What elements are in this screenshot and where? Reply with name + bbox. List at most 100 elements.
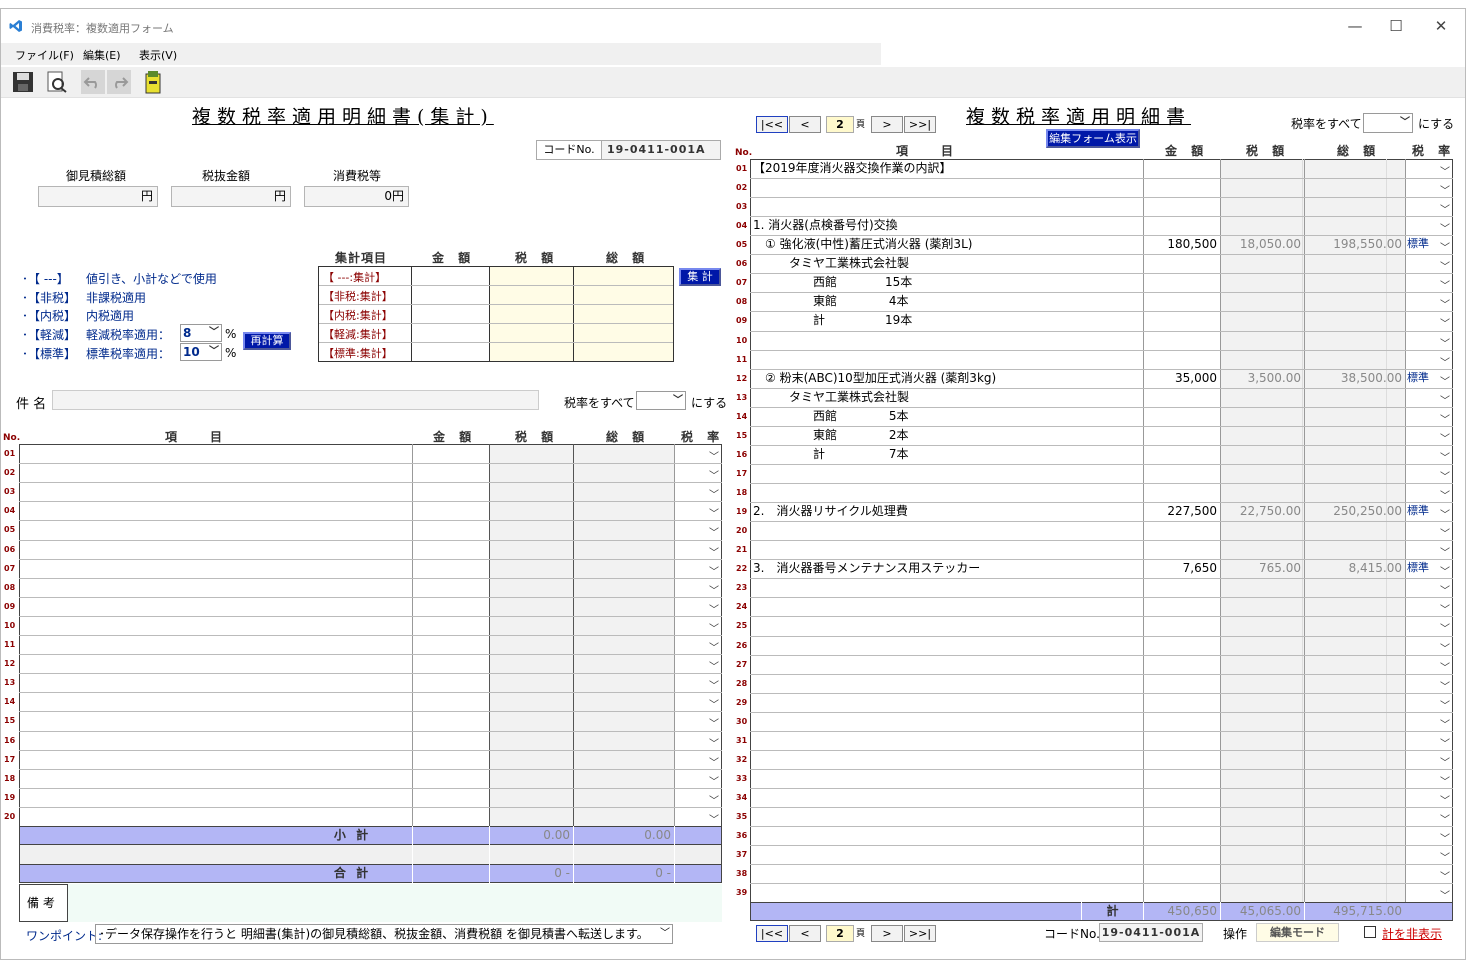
chevron-down-icon[interactable]: ﹀: [1440, 335, 1450, 350]
chevron-down-icon[interactable]: ﹀: [1440, 487, 1450, 502]
chevron-down-icon[interactable]: ﹀: [709, 620, 719, 635]
chevron-down-icon[interactable]: ﹀: [1440, 277, 1450, 292]
item-cell[interactable]: 東館 2本: [753, 426, 1142, 444]
calculator-icon[interactable]: [141, 70, 165, 94]
chevron-down-icon[interactable]: ﹀: [1440, 468, 1450, 483]
item-cell[interactable]: ① 強化液(中性)蓄圧式消火器 (薬剤3L): [753, 235, 1142, 253]
hide-total-checkbox[interactable]: [1364, 926, 1376, 938]
chevron-down-icon[interactable]: ﹀: [1440, 220, 1450, 235]
chevron-down-icon[interactable]: ﹀: [1440, 678, 1450, 693]
chevron-down-icon[interactable]: ﹀: [1440, 811, 1450, 826]
chevron-down-icon[interactable]: ﹀: [709, 658, 719, 673]
edit-form-button[interactable]: 編集フォーム表示: [1046, 129, 1140, 148]
chevron-down-icon[interactable]: ﹀: [1440, 201, 1450, 216]
left-rate-all-select[interactable]: ﹀: [636, 391, 686, 410]
redo-icon[interactable]: [107, 70, 131, 94]
item-cell[interactable]: 3. 消火器番号メンテナンス用ステッカー: [753, 559, 1142, 577]
item-cell[interactable]: 東館 4本: [753, 292, 1142, 310]
chevron-down-icon[interactable]: ﹀: [1440, 411, 1450, 426]
onepoint-select[interactable]: ･データ保存操作を行うと 明細書(集計)の御見積総額、税抜金額、消費税額 を御見…: [95, 924, 673, 944]
rate-cell[interactable]: 標準: [1407, 502, 1429, 520]
rate-cell[interactable]: 標準: [1407, 235, 1429, 253]
chevron-down-icon[interactable]: ﹀: [709, 754, 719, 769]
close-button[interactable]: ✕: [1427, 15, 1455, 37]
item-cell[interactable]: ② 粉末(ABC)10型加圧式消火器 (薬剤3kg): [753, 369, 1142, 387]
amount-cell[interactable]: 7,650: [1143, 559, 1220, 577]
chevron-down-icon[interactable]: ﹀: [1440, 659, 1450, 674]
nav-next-button[interactable]: >: [871, 116, 903, 133]
chevron-down-icon[interactable]: ﹀: [709, 563, 719, 578]
chevron-down-icon[interactable]: ﹀: [709, 773, 719, 788]
chevron-down-icon[interactable]: ﹀: [1440, 620, 1450, 635]
chevron-down-icon[interactable]: ﹀: [1440, 849, 1450, 864]
subject-input[interactable]: [52, 390, 539, 410]
nav-last-button[interactable]: >>|: [904, 116, 936, 133]
chevron-down-icon[interactable]: ﹀: [1440, 868, 1450, 883]
nav-prev-button[interactable]: <: [789, 925, 821, 942]
chevron-down-icon[interactable]: ﹀: [709, 677, 719, 692]
chevron-down-icon[interactable]: ﹀: [1440, 887, 1450, 902]
nav-first-button[interactable]: |<<: [756, 116, 788, 133]
chevron-down-icon[interactable]: ﹀: [1440, 716, 1450, 731]
chevron-down-icon[interactable]: ﹀: [1440, 640, 1450, 655]
remarks-input[interactable]: [67, 884, 722, 922]
chevron-down-icon[interactable]: ﹀: [709, 811, 719, 826]
rate-cell[interactable]: 標準: [1407, 559, 1429, 577]
amount-cell[interactable]: 180,500: [1143, 235, 1220, 253]
item-cell[interactable]: 計 7本: [753, 445, 1142, 463]
chevron-down-icon[interactable]: ﹀: [1440, 373, 1450, 388]
aggregate-button[interactable]: 集 計: [679, 268, 721, 286]
menu-view[interactable]: 表示(V): [139, 47, 177, 63]
item-cell[interactable]: タミヤ工業株式会社製: [753, 388, 1142, 406]
chevron-down-icon[interactable]: ﹀: [1440, 506, 1450, 521]
nav-prev-button[interactable]: <: [789, 116, 821, 133]
chevron-down-icon[interactable]: ﹀: [1440, 163, 1450, 178]
chevron-down-icon[interactable]: ﹀: [1440, 430, 1450, 445]
item-cell[interactable]: 1. 消火器(点検番号付)交換: [753, 216, 1142, 234]
reduced-rate-select[interactable]: 8 ﹀: [180, 324, 222, 342]
recalc-button[interactable]: 再計算: [243, 332, 291, 350]
chevron-down-icon[interactable]: ﹀: [1440, 601, 1450, 616]
menu-file[interactable]: ファイル(F): [15, 47, 74, 63]
chevron-down-icon[interactable]: ﹀: [1440, 354, 1450, 369]
chevron-down-icon[interactable]: ﹀: [709, 696, 719, 711]
item-cell[interactable]: 【2019年度消火器交換作業の内訳】: [753, 159, 1142, 177]
chevron-down-icon[interactable]: ﹀: [709, 639, 719, 654]
chevron-down-icon[interactable]: ﹀: [1440, 239, 1450, 254]
chevron-down-icon[interactable]: ﹀: [709, 582, 719, 597]
chevron-down-icon[interactable]: ﹀: [1440, 315, 1450, 330]
item-cell[interactable]: タミヤ工業株式会社製: [753, 254, 1142, 272]
chevron-down-icon[interactable]: ﹀: [709, 524, 719, 539]
chevron-down-icon[interactable]: ﹀: [1440, 735, 1450, 750]
standard-rate-select[interactable]: 10 ﹀: [180, 343, 222, 361]
undo-icon[interactable]: [81, 70, 105, 94]
chevron-down-icon[interactable]: ﹀: [1440, 830, 1450, 845]
nav-last-button[interactable]: >>|: [904, 925, 936, 942]
print-preview-icon[interactable]: [45, 70, 69, 94]
hide-total-label[interactable]: 計を非表示: [1382, 925, 1442, 942]
amount-cell[interactable]: 35,000: [1143, 369, 1220, 387]
chevron-down-icon[interactable]: ﹀: [709, 601, 719, 616]
chevron-down-icon[interactable]: ﹀: [709, 467, 719, 482]
item-cell[interactable]: 西館 15本: [753, 273, 1142, 291]
chevron-down-icon[interactable]: ﹀: [709, 544, 719, 559]
chevron-down-icon[interactable]: ﹀: [709, 486, 719, 501]
item-cell[interactable]: 西館 5本: [753, 407, 1142, 425]
right-rate-all-select[interactable]: ﹀: [1363, 113, 1413, 133]
chevron-down-icon[interactable]: ﹀: [1440, 697, 1450, 712]
chevron-down-icon[interactable]: ﹀: [709, 735, 719, 750]
chevron-down-icon[interactable]: ﹀: [1440, 296, 1450, 311]
rate-cell[interactable]: 標準: [1407, 369, 1429, 387]
item-cell[interactable]: 2. 消火器リサイクル処理費: [753, 502, 1142, 520]
chevron-down-icon[interactable]: ﹀: [1440, 792, 1450, 807]
nav-next-button[interactable]: >: [871, 925, 903, 942]
menu-edit[interactable]: 編集(E): [83, 47, 121, 63]
chevron-down-icon[interactable]: ﹀: [1440, 182, 1450, 197]
chevron-down-icon[interactable]: ﹀: [709, 448, 719, 463]
amount-cell[interactable]: 227,500: [1143, 502, 1220, 520]
item-cell[interactable]: 計 19本: [753, 311, 1142, 329]
chevron-down-icon[interactable]: ﹀: [1440, 449, 1450, 464]
chevron-down-icon[interactable]: ﹀: [1440, 544, 1450, 559]
minimize-button[interactable]: —: [1341, 15, 1369, 37]
chevron-down-icon[interactable]: ﹀: [1440, 754, 1450, 769]
